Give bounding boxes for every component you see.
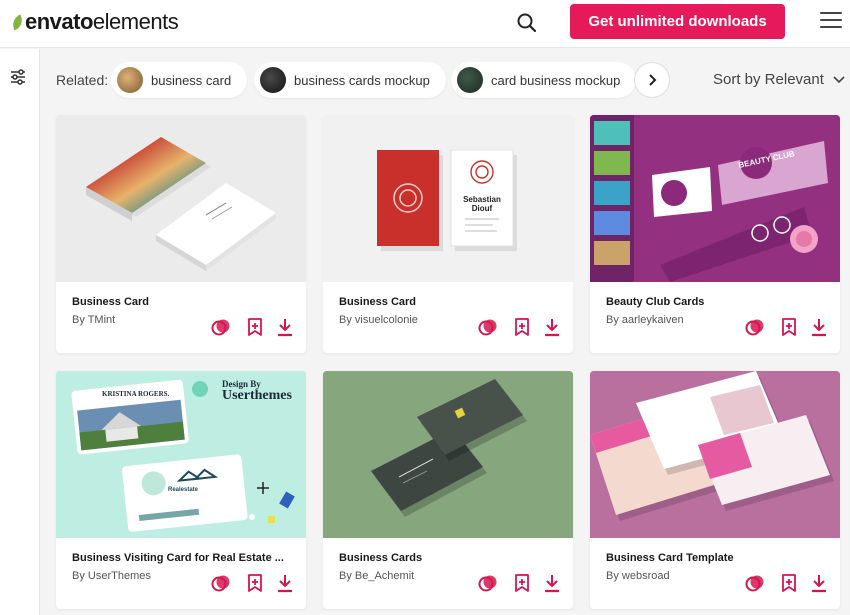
get-unlimited-downloads-button[interactable]: Get unlimited downloads [570,4,785,39]
download-button[interactable] [274,572,296,594]
filter-icon [11,69,25,85]
similar-items-icon [478,575,497,592]
logo-text-elements: elements [92,9,179,34]
add-to-collection-icon [515,574,529,592]
item-title[interactable]: Business Card Template [606,552,821,564]
item-thumbnail[interactable] [56,115,306,282]
download-icon [545,575,559,593]
envato-elements-logo[interactable]: envato elements [10,9,179,34]
similar-items-button[interactable] [210,572,232,594]
similar-items-icon [211,575,230,592]
thumb-text-realestate: Realestate [168,487,199,493]
item-author[interactable]: By Be_Achemit [339,570,414,582]
chip-thumbnail [260,67,286,93]
item-author[interactable]: By TMint [72,314,115,326]
search-icon [517,13,537,33]
left-rail [0,49,40,615]
add-to-collection-icon [248,574,262,592]
item-card[interactable]: Sebastian Diouf Business Card By visuelc… [323,115,573,353]
add-to-collection-button[interactable] [244,572,266,594]
download-button[interactable] [274,316,296,338]
add-to-collection-icon [248,318,262,336]
download-icon [812,319,826,337]
download-button[interactable] [808,316,830,338]
item-thumbnail[interactable]: Design By Userthemes KRISTINA ROGERS. Re… [56,371,306,538]
similar-items-button[interactable] [744,572,766,594]
similar-items-icon [478,319,497,336]
similar-items-icon [745,319,764,336]
thumb-text-userthemes: Userthemes [222,388,292,403]
item-card[interactable]: Design By Userthemes KRISTINA ROGERS. Re… [56,371,306,609]
similar-items-button[interactable] [477,316,499,338]
thumbnail-image [323,371,573,538]
item-author[interactable]: By aarleykaiven [606,314,684,326]
thumbnail-image [323,115,573,282]
similar-items-button[interactable] [477,572,499,594]
thumbnail-image [590,115,840,282]
download-icon [545,319,559,337]
item-card[interactable]: Business Card By TMint [56,115,306,353]
related-label: Related: [56,72,109,88]
item-card[interactable]: Business Card Template By websroad [590,371,840,609]
add-to-collection-button[interactable] [778,572,800,594]
item-card[interactable]: Business Cards By Be_Achemit [323,371,573,609]
chip-label: card business mockup [491,72,621,88]
thumbnail-image [56,115,306,282]
thumb-text-surname: Diouf [471,204,493,213]
download-button[interactable] [541,572,563,594]
download-button[interactable] [541,316,563,338]
item-title[interactable]: Business Visiting Card for Real Estate .… [72,552,287,564]
logo-text-envato: envato [25,9,93,34]
item-title[interactable]: Business Cards [339,552,554,564]
top-header: envato elements Get unlimited downloads [0,0,850,48]
leaf-icon [10,14,25,30]
related-chip-business-cards-mockup[interactable]: business cards mockup [254,62,446,98]
chevron-right-icon [649,74,657,86]
chevron-down-icon [833,75,845,83]
item-title[interactable]: Beauty Club Cards [606,296,821,308]
item-title[interactable]: Business Card [339,296,554,308]
thumb-text-kristina: KRISTINA ROGERS. [102,390,170,398]
add-to-collection-button[interactable] [244,316,266,338]
thumbnail-image [590,371,840,538]
item-thumbnail[interactable] [590,371,840,538]
hamburger-menu-icon[interactable] [820,12,842,32]
item-author[interactable]: By visuelcolonie [339,314,418,326]
download-button[interactable] [808,572,830,594]
item-thumbnail[interactable]: Sebastian Diouf [323,115,573,282]
related-next-button[interactable] [634,62,670,98]
add-to-collection-icon [782,318,796,336]
add-to-collection-icon [515,318,529,336]
related-chip-card-business-mockup[interactable]: card business mockup [451,62,637,98]
item-thumbnail[interactable]: BEAUTY CLUB [590,115,840,282]
download-icon [812,575,826,593]
item-title[interactable]: Business Card [72,296,287,308]
add-to-collection-icon [782,574,796,592]
item-card[interactable]: BEAUTY CLUB Beauty Club Cards By aarleyk… [590,115,840,353]
chip-thumbnail [117,67,143,93]
sort-dropdown[interactable]: Sort by Relevant [713,71,846,88]
download-icon [278,319,292,337]
chip-label: business card [151,72,232,88]
item-author[interactable]: By websroad [606,570,670,582]
add-to-collection-button[interactable] [511,572,533,594]
similar-items-button[interactable] [744,316,766,338]
similar-items-icon [745,575,764,592]
thumb-text-name: Sebastian [463,195,501,204]
search-button[interactable] [514,10,540,36]
item-author[interactable]: By UserThemes [72,570,151,582]
item-thumbnail[interactable] [323,371,573,538]
add-to-collection-button[interactable] [511,316,533,338]
add-to-collection-button[interactable] [778,316,800,338]
filter-button[interactable] [8,67,28,87]
chip-label: business cards mockup [294,72,430,88]
download-icon [278,575,292,593]
similar-items-button[interactable] [210,316,232,338]
sort-label: Sort by Relevant [713,71,824,88]
related-chip-business-card[interactable]: business card [111,62,248,98]
chip-thumbnail [457,67,483,93]
similar-items-icon [211,319,230,336]
